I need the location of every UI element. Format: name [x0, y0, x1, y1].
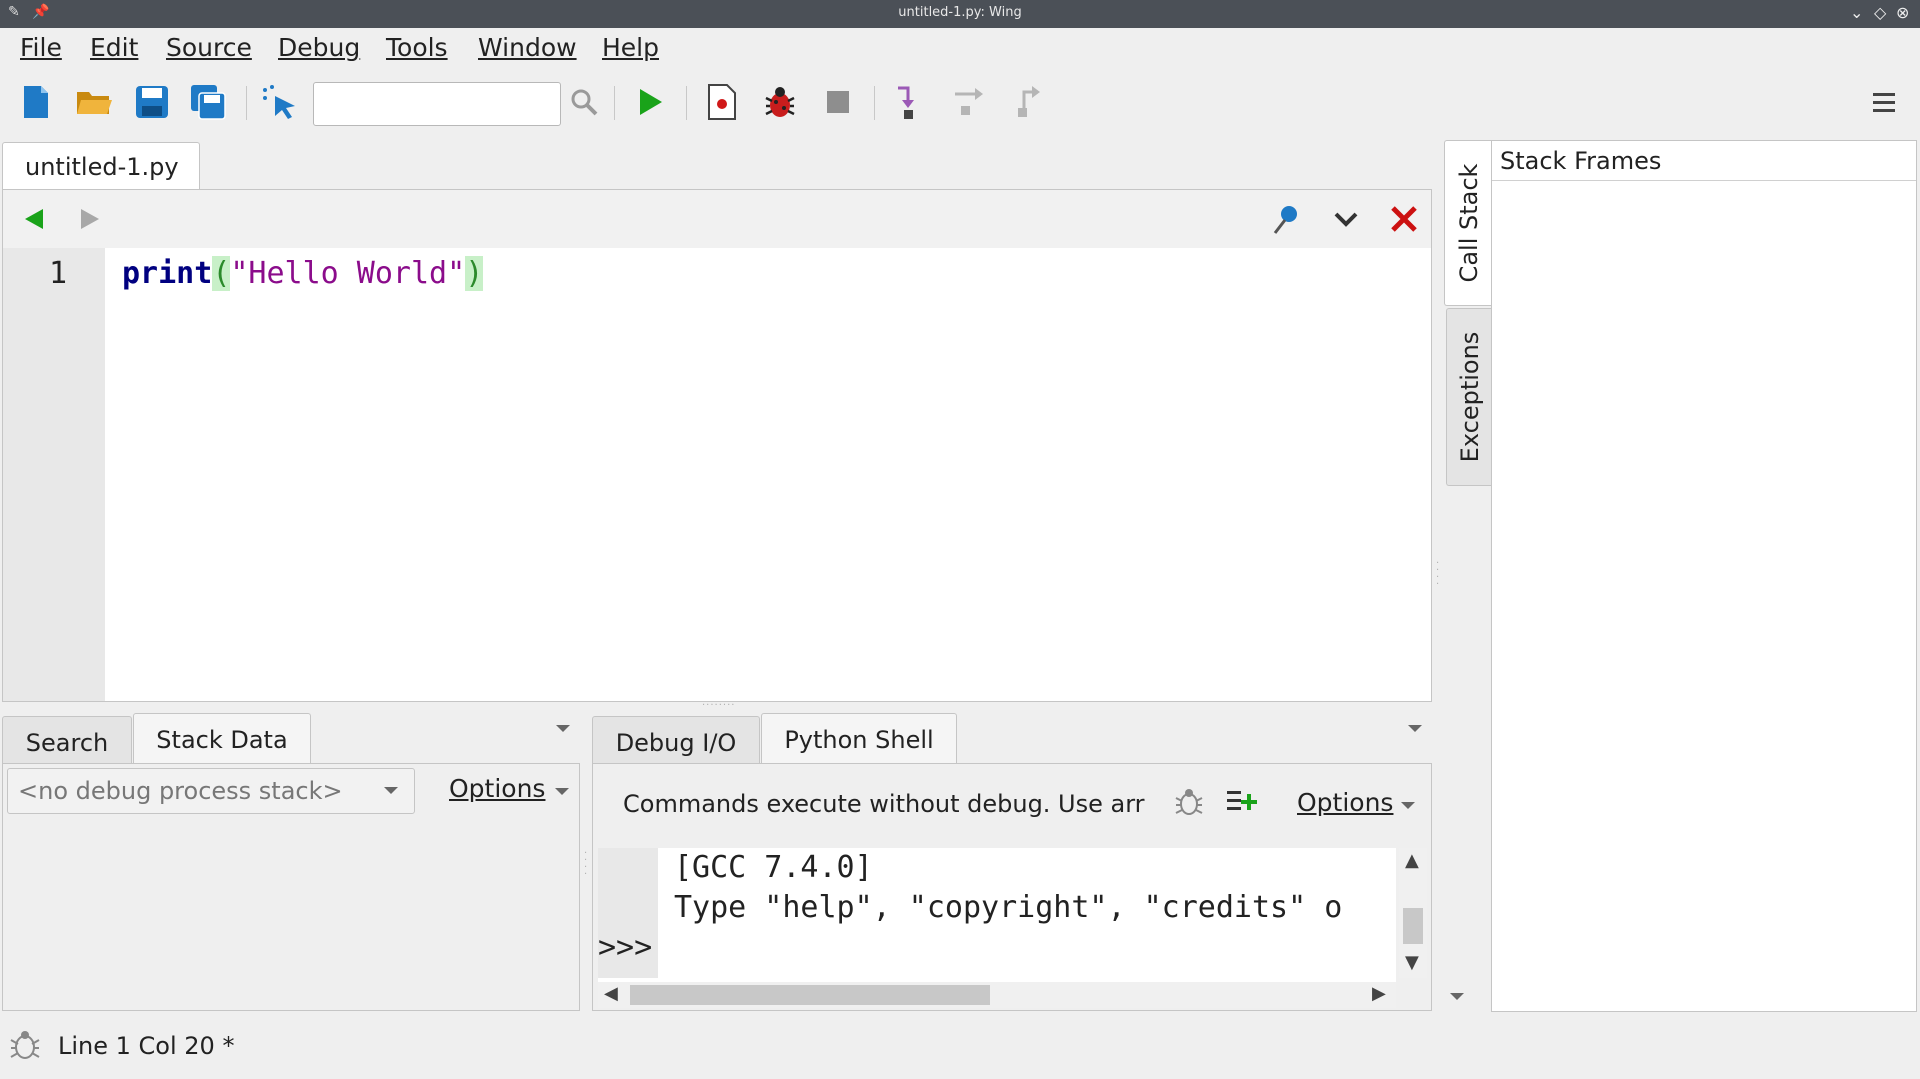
stack-frames-header: Stack Frames: [1492, 141, 1916, 181]
tab-debug-io-label: Debug I/O: [615, 729, 737, 757]
tab-python-shell-label: Python Shell: [784, 726, 934, 754]
menu-debug[interactable]: Debug: [278, 33, 360, 62]
menu-window[interactable]: Window: [478, 33, 577, 62]
save-all-icon[interactable]: [188, 82, 228, 122]
status-bar: Line 1 Col 20 *: [0, 1012, 1920, 1079]
minimize-icon[interactable]: ⌄: [1850, 3, 1863, 22]
shell-output-line: [GCC 7.4.0]: [674, 850, 873, 885]
horizontal-scroll-thumb[interactable]: [630, 985, 990, 1005]
save-icon[interactable]: [132, 82, 172, 122]
tab-exceptions-label: Exceptions: [1455, 331, 1484, 463]
tab-call-stack-label: Call Stack: [1454, 163, 1483, 283]
menu-tools[interactable]: Tools: [386, 33, 448, 62]
menu-file[interactable]: File: [20, 33, 62, 62]
step-out-icon[interactable]: [1006, 82, 1046, 122]
chevron-down-icon[interactable]: [1333, 208, 1359, 236]
tab-exceptions[interactable]: Exceptions: [1446, 308, 1492, 486]
code-line[interactable]: print("Hello World"): [122, 256, 484, 291]
line-number-gutter: 1: [3, 248, 105, 701]
shell-options-button[interactable]: Options: [1297, 788, 1393, 817]
run-icon[interactable]: [630, 82, 670, 122]
close-icon[interactable]: ⊗: [1896, 3, 1909, 22]
toolbar-search-input[interactable]: [313, 82, 561, 126]
editor-pane: 1 print("Hello World"): [2, 189, 1432, 702]
window-title: untitled-1.py: Wing: [898, 5, 1022, 20]
menu-source[interactable]: Source: [166, 33, 252, 62]
cursor-position-status: Line 1 Col 20 *: [58, 1032, 235, 1060]
search-icon[interactable]: [564, 82, 604, 122]
scroll-down-icon[interactable]: ▼: [1405, 952, 1419, 973]
shell-horizontal-scrollbar[interactable]: ◀ ▶: [598, 982, 1396, 1008]
step-into-icon[interactable]: [890, 82, 930, 122]
chevron-down-icon: [384, 787, 398, 794]
open-folder-icon[interactable]: [74, 82, 114, 122]
chevron-down-icon: [555, 788, 569, 795]
tab-debug-io[interactable]: Debug I/O: [592, 716, 760, 766]
stack-select-value: <no debug process stack>: [18, 777, 343, 805]
tab-call-stack[interactable]: Call Stack: [1444, 140, 1492, 306]
stack-select[interactable]: <no debug process stack>: [7, 768, 415, 814]
insert-lines-icon[interactable]: [1225, 786, 1257, 824]
stack-options-button[interactable]: Options: [449, 774, 545, 803]
vertical-scroll-thumb[interactable]: [1403, 908, 1423, 944]
tab-search-label: Search: [25, 729, 109, 757]
shell-panel-menu-caret[interactable]: [1408, 725, 1422, 732]
title-bar: ✎ 📌 untitled-1.py: Wing ⌄ ◇ ⊗: [0, 0, 1920, 28]
breakpoint-icon[interactable]: [702, 82, 742, 122]
tab-stack-data-label: Stack Data: [156, 726, 288, 754]
step-over-icon[interactable]: [948, 82, 988, 122]
debug-bug-icon[interactable]: [760, 82, 800, 122]
horizontal-splitter-grip[interactable]: ········: [702, 700, 735, 711]
close-editor-icon[interactable]: [1389, 204, 1419, 240]
tab-python-shell[interactable]: Python Shell: [761, 713, 957, 766]
shell-vertical-scrollbar[interactable]: ▲ ▼: [1399, 848, 1427, 978]
stop-icon[interactable]: [818, 82, 858, 122]
editor-tab-untitled-1[interactable]: untitled-1.py: [2, 142, 200, 190]
pin-icon[interactable]: [1271, 204, 1301, 242]
line-number: 1: [49, 256, 68, 291]
right-panel-menu-caret[interactable]: [1450, 993, 1464, 1000]
menu-help[interactable]: Help: [602, 33, 659, 62]
menu-edit[interactable]: Edit: [90, 33, 138, 62]
toolbar: [0, 68, 1920, 138]
editor-tab-label: untitled-1.py: [25, 153, 179, 181]
forward-arrow-icon[interactable]: [77, 206, 103, 238]
python-shell-panel: Commands execute without debug. Use arr …: [592, 763, 1432, 1011]
editor-nav-bar: [3, 190, 1431, 248]
shell-prompt: >>>: [598, 930, 653, 965]
tab-stack-data[interactable]: Stack Data: [133, 713, 311, 766]
restore-icon[interactable]: ◇: [1874, 3, 1886, 22]
select-pointer-icon[interactable]: [260, 82, 300, 122]
back-arrow-icon[interactable]: [21, 206, 47, 238]
stack-data-panel: <no debug process stack> Options: [2, 763, 580, 1011]
left-panel-menu-caret[interactable]: [556, 725, 570, 732]
scroll-up-icon[interactable]: ▲: [1405, 850, 1419, 871]
shell-message: Commands execute without debug. Use arr: [623, 790, 1145, 818]
debug-status-bug-icon[interactable]: [8, 1028, 42, 1068]
bottom-splitter-grip[interactable]: · · · ·: [584, 849, 590, 880]
vertical-splitter-grip[interactable]: · · · ·: [1436, 559, 1442, 590]
tab-search[interactable]: Search: [2, 716, 132, 766]
code-string: "Hello World": [230, 256, 466, 291]
shell-output[interactable]: [GCC 7.4.0] Type "help", "copyright", "cr…: [598, 848, 1396, 988]
code-open-paren: (: [212, 256, 231, 291]
chevron-down-icon: [1401, 802, 1415, 809]
code-editor[interactable]: print("Hello World"): [105, 248, 1431, 701]
shell-output-line: Type "help", "copyright", "credits" o: [674, 890, 1343, 925]
hamburger-menu-icon[interactable]: [1864, 82, 1904, 122]
scroll-left-icon[interactable]: ◀: [604, 983, 618, 1004]
code-close-paren: ): [465, 256, 484, 291]
stack-frames-panel: Stack Frames: [1491, 140, 1917, 1012]
code-keyword: print: [122, 256, 213, 291]
scroll-right-icon[interactable]: ▶: [1372, 983, 1386, 1004]
debug-bug-icon[interactable]: [1173, 786, 1205, 824]
new-file-icon[interactable]: [16, 82, 56, 122]
menu-bar: File Edit Source Debug Tools Window Help: [0, 28, 1920, 68]
stack-frames-title: Stack Frames: [1500, 147, 1662, 175]
